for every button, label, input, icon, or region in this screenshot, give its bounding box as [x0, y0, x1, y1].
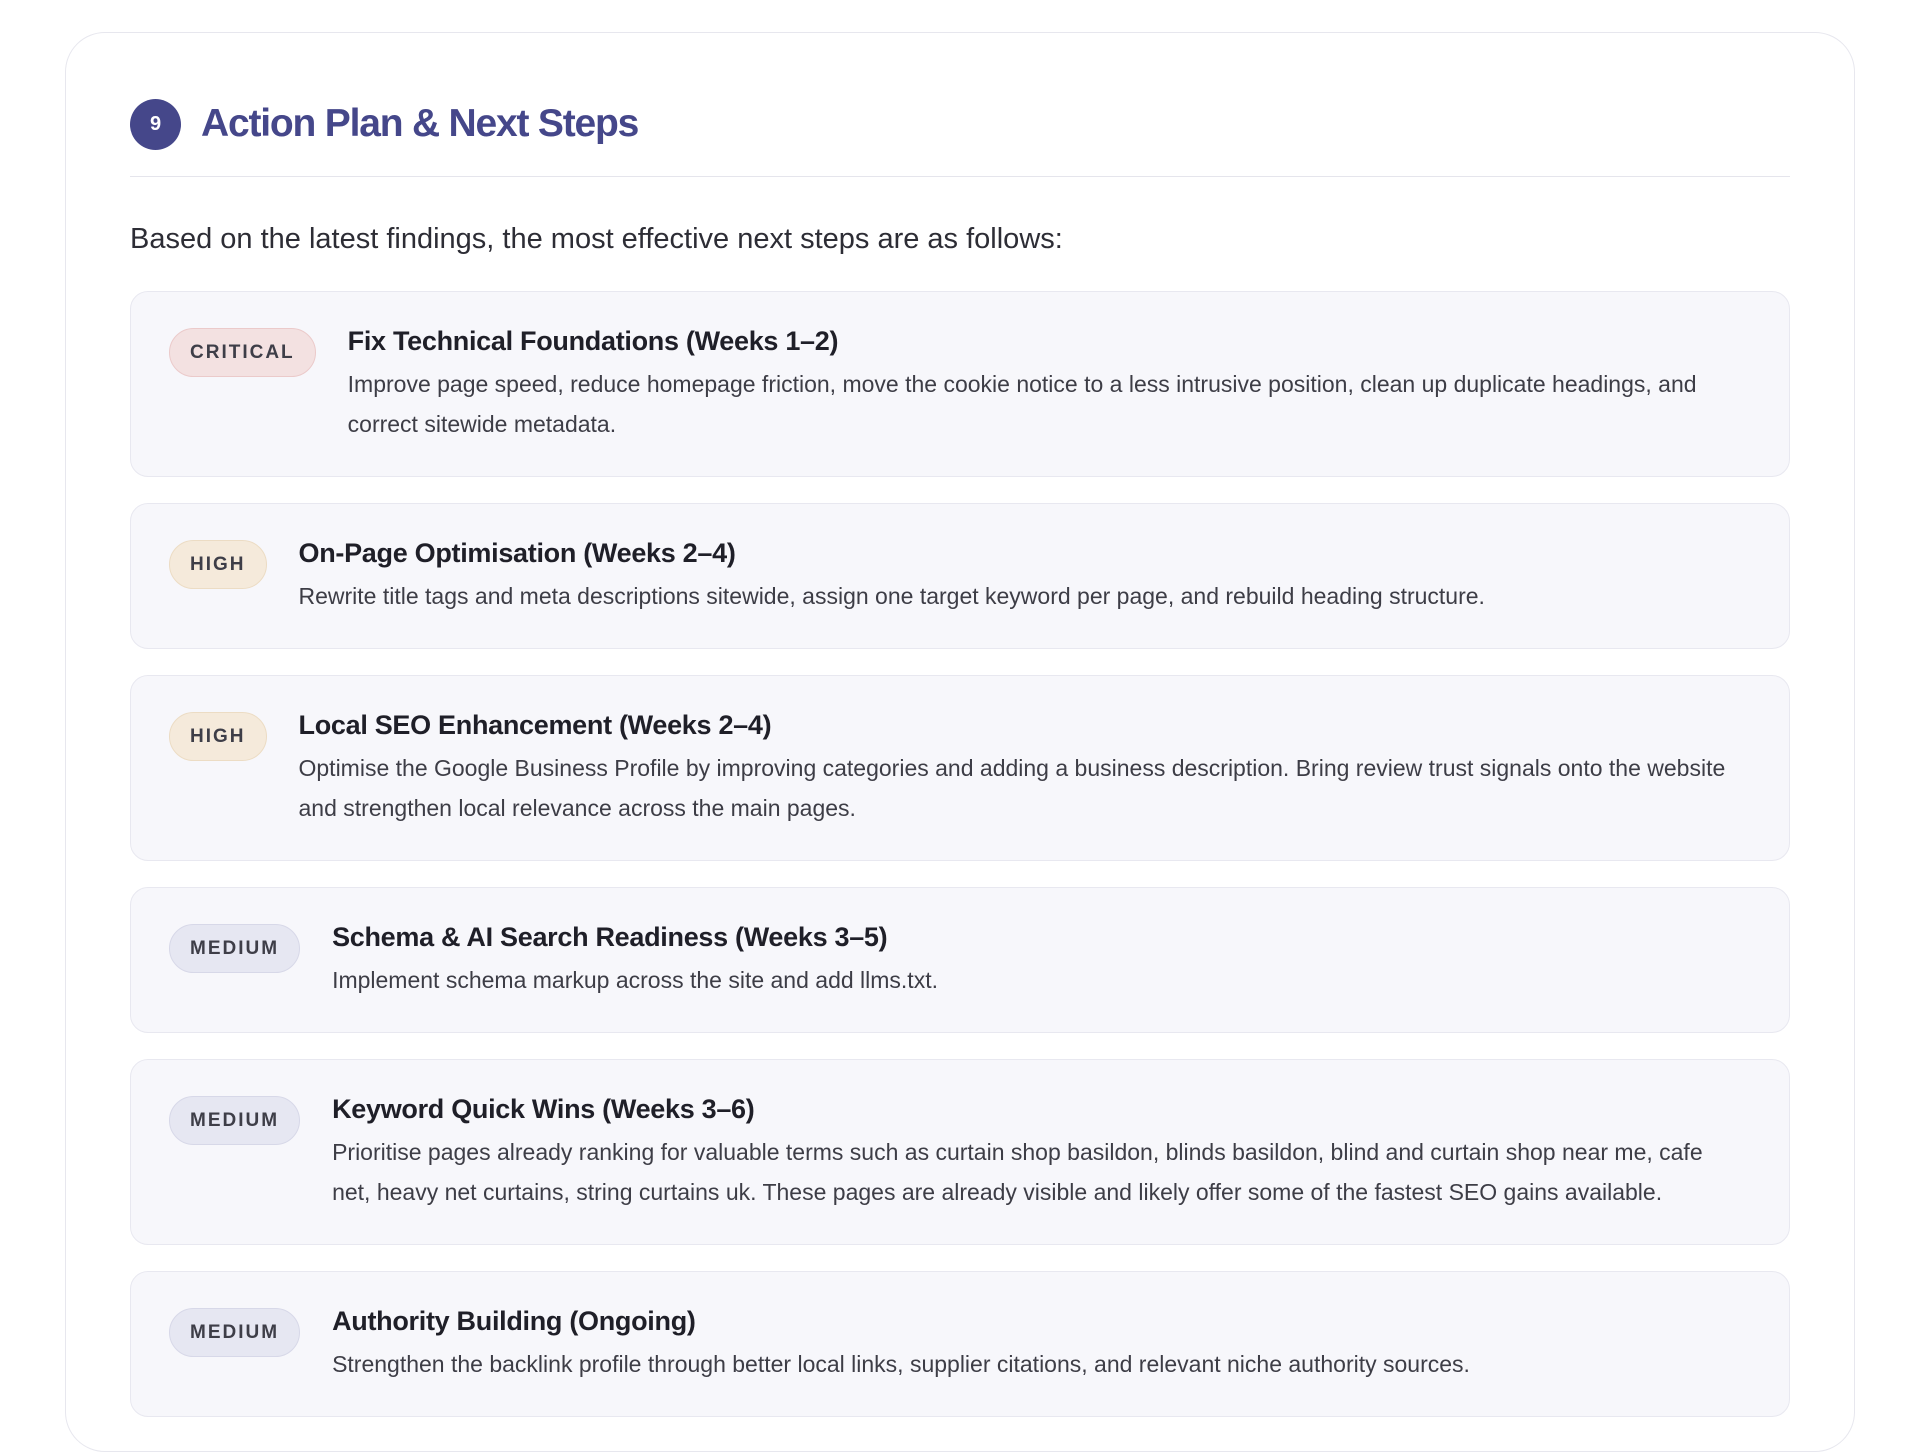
step-description: Implement schema markup across the site … — [332, 967, 938, 993]
step-description: Prioritise pages already ranking for val… — [332, 1139, 1703, 1205]
step-card-schema-ai-search: MEDIUM Schema & AI Search Readiness (Wee… — [130, 887, 1790, 1033]
priority-badge-medium: MEDIUM — [169, 1096, 301, 1145]
step-description: Strengthen the backlink profile through … — [332, 1351, 1470, 1377]
step-card-keyword-quick-wins: MEDIUM Keyword Quick Wins (Weeks 3–6) Pr… — [130, 1059, 1790, 1245]
step-card-local-seo: HIGH Local SEO Enhancement (Weeks 2–4) O… — [130, 675, 1790, 861]
step-body: Local SEO Enhancement (Weeks 2–4) Optimi… — [299, 708, 1748, 828]
step-description: Improve page speed, reduce homepage fric… — [347, 371, 1697, 437]
step-card-technical-foundations: CRITICAL Fix Technical Foundations (Week… — [130, 291, 1790, 477]
priority-badge-high: HIGH — [169, 712, 267, 761]
step-title: Fix Technical Foundations (Weeks 1–2) — [347, 326, 839, 356]
step-body: Keyword Quick Wins (Weeks 3–6) Prioritis… — [332, 1092, 1747, 1212]
priority-badge-high: HIGH — [169, 540, 267, 589]
step-card-on-page-optimisation: HIGH On-Page Optimisation (Weeks 2–4) Re… — [130, 503, 1790, 649]
step-body: Fix Technical Foundations (Weeks 1–2) Im… — [348, 324, 1747, 444]
section-intro: Based on the latest findings, the most e… — [130, 223, 1063, 255]
step-body: On-Page Optimisation (Weeks 2–4) Rewrite… — [299, 536, 1748, 616]
priority-badge-medium: MEDIUM — [169, 1308, 301, 1357]
step-title: Keyword Quick Wins (Weeks 3–6) — [332, 1094, 755, 1124]
section-title: Action Plan & Next Steps — [201, 102, 639, 145]
step-body: Schema & AI Search Readiness (Weeks 3–5)… — [332, 920, 1747, 1000]
step-description: Optimise the Google Business Profile by … — [298, 755, 1726, 821]
section-divider — [130, 176, 1790, 177]
step-title: On-Page Optimisation (Weeks 2–4) — [298, 538, 736, 568]
step-description: Rewrite title tags and meta descriptions… — [298, 583, 1485, 609]
step-title: Authority Building (Ongoing) — [332, 1306, 696, 1336]
steps-list: CRITICAL Fix Technical Foundations (Week… — [130, 291, 1790, 1417]
action-plan-card: 9 Action Plan & Next Steps Based on the … — [65, 32, 1855, 1452]
step-body: Authority Building (Ongoing) Strengthen … — [332, 1304, 1747, 1384]
step-title: Schema & AI Search Readiness (Weeks 3–5) — [332, 922, 888, 952]
step-title: Local SEO Enhancement (Weeks 2–4) — [298, 710, 772, 740]
priority-badge-critical: CRITICAL — [169, 328, 316, 377]
priority-badge-medium: MEDIUM — [169, 924, 301, 973]
section-number-badge: 9 — [130, 98, 181, 150]
section-header: 9 Action Plan & Next Steps — [130, 97, 1790, 151]
step-card-authority-building: MEDIUM Authority Building (Ongoing) Stre… — [130, 1271, 1790, 1417]
